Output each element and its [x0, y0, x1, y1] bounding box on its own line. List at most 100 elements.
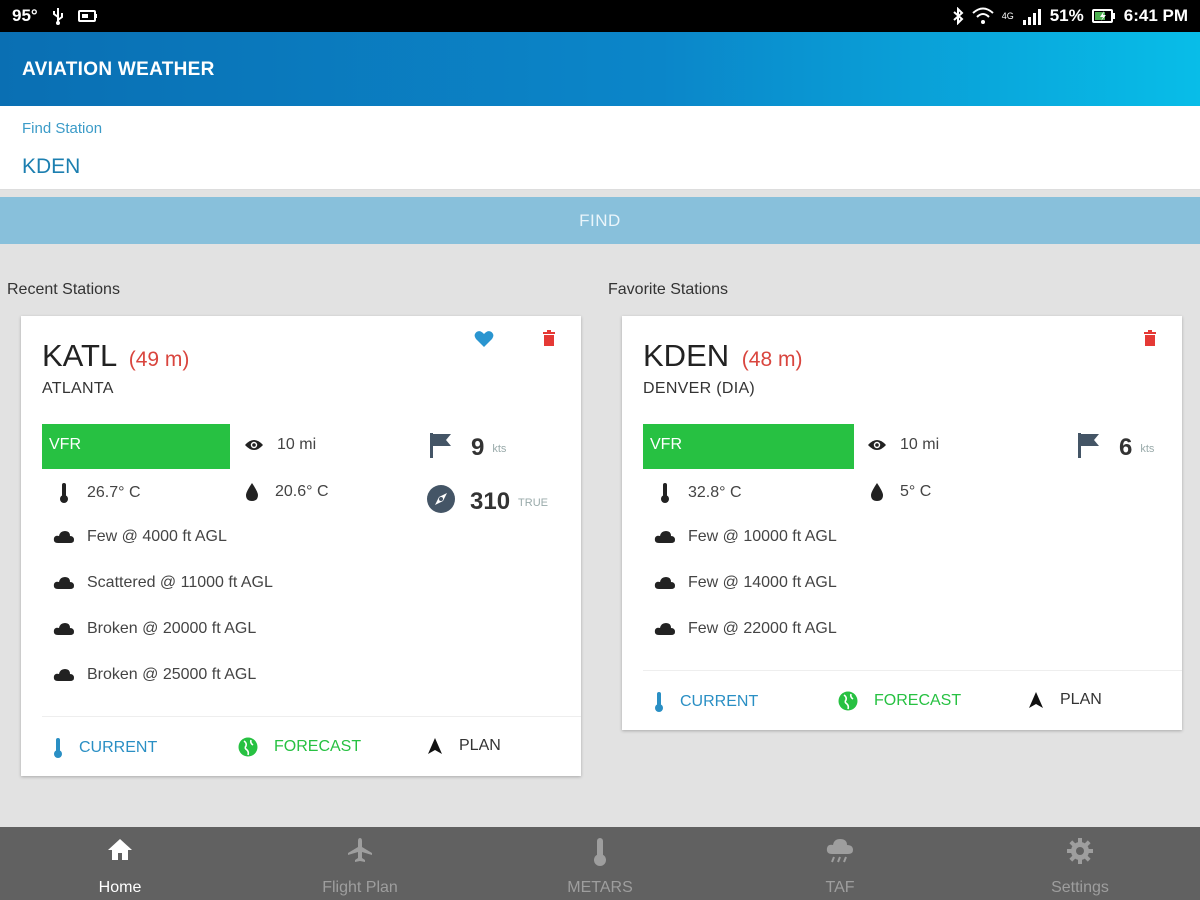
- dewpoint-value: 5° C: [900, 483, 932, 500]
- station-code: KDEN: [643, 338, 730, 373]
- cloud-layer-text: Few @ 22000 ft AGL: [688, 620, 837, 637]
- dewpoint-row: 5° C: [862, 482, 931, 502]
- card-divider: [643, 670, 1182, 671]
- forecast-label: FORECAST: [274, 738, 362, 755]
- current-label: CURRENT: [79, 739, 158, 756]
- nav-flight-plan[interactable]: Flight Plan: [240, 827, 480, 900]
- card-divider: [42, 716, 581, 717]
- nav-home[interactable]: Home: [0, 827, 240, 900]
- cloud-layer-row: Few @ 4000 ft AGL: [49, 528, 227, 546]
- battery-small-icon: [77, 9, 98, 23]
- find-button[interactable]: FIND: [0, 197, 1200, 244]
- gear-icon: [960, 837, 1200, 865]
- station-card-kden[interactable]: KDEN (48 m) DENVER (DIA) VFR 10 mi 6 kts…: [622, 316, 1182, 730]
- cloud-layer-row: Few @ 10000 ft AGL: [650, 528, 837, 546]
- nav-settings[interactable]: Settings: [960, 827, 1200, 900]
- plan-label: PLAN: [1060, 691, 1102, 708]
- cloud-rain-icon: [720, 837, 960, 865]
- visibility-row: 10 mi: [239, 436, 316, 454]
- cloud-icon: [49, 576, 79, 590]
- cloud-layer-row: Scattered @ 11000 ft AGL: [49, 574, 273, 592]
- navigation-arrow-icon: [427, 737, 443, 755]
- cloud-icon: [650, 530, 680, 544]
- nav-settings-label: Settings: [1051, 879, 1109, 896]
- delete-trash-icon[interactable]: [542, 330, 556, 351]
- flight-category-badge: VFR: [42, 424, 230, 469]
- network-type: 4G: [1001, 11, 1014, 21]
- current-button[interactable]: CURRENT: [654, 691, 758, 713]
- cloud-icon: [650, 576, 680, 590]
- cloud-icon: [650, 622, 680, 636]
- recent-stations-title: Recent Stations: [7, 281, 120, 298]
- cloud-layer-row: Few @ 14000 ft AGL: [650, 574, 837, 592]
- dewpoint-row: 20.6° C: [237, 482, 329, 502]
- current-label: CURRENT: [680, 693, 759, 710]
- cloud-layer-row: Broken @ 20000 ft AGL: [49, 620, 256, 638]
- temperature-value: 32.8° C: [688, 484, 742, 501]
- app-title: AVIATION WEATHER: [22, 59, 215, 80]
- nav-taf-label: TAF: [825, 879, 855, 896]
- nav-metars-label: METARS: [567, 879, 633, 896]
- status-bar: 95° 4G 51% 6:41 PM: [0, 0, 1200, 32]
- wind-direction-value: 310: [470, 487, 511, 515]
- wind-speed-row: 6 kts: [1077, 432, 1154, 463]
- wind-speed-unit: kts: [492, 442, 507, 455]
- wind-speed-value: 9: [471, 433, 485, 461]
- plan-button[interactable]: PLAN: [1028, 691, 1102, 709]
- cloud-icon: [49, 530, 79, 544]
- nav-home-label: Home: [98, 879, 142, 896]
- eye-icon: [862, 438, 892, 452]
- thermometer-icon: [654, 691, 664, 713]
- thermometer-icon: [650, 482, 680, 504]
- forecast-button[interactable]: FORECAST: [238, 737, 361, 757]
- home-icon: [0, 837, 240, 861]
- forecast-label: FORECAST: [874, 692, 962, 709]
- thermometer-icon: [49, 482, 79, 504]
- wind-speed-row: 9 kts: [429, 432, 506, 463]
- nav-taf[interactable]: TAF: [720, 827, 960, 900]
- station-code-line: KATL (49 m): [42, 338, 189, 374]
- cloud-layer-row: Broken @ 25000 ft AGL: [49, 666, 256, 684]
- favorite-heart-icon[interactable]: [474, 330, 494, 353]
- globe-icon: [838, 691, 858, 711]
- nav-metars[interactable]: METARS: [480, 827, 720, 900]
- globe-icon: [238, 737, 258, 757]
- find-station-panel: Find Station: [0, 106, 1200, 190]
- observation-age: (48 m): [741, 348, 803, 371]
- cloud-icon: [49, 622, 79, 636]
- eye-icon: [239, 438, 269, 452]
- battery-percent: 51%: [1049, 6, 1084, 25]
- flag-icon: [429, 432, 453, 463]
- wind-speed-unit: kts: [1140, 442, 1155, 455]
- delete-trash-icon[interactable]: [1143, 330, 1157, 351]
- visibility-row: 10 mi: [862, 436, 939, 454]
- cloud-layer-row: Few @ 22000 ft AGL: [650, 620, 837, 638]
- station-code: KATL: [42, 338, 117, 373]
- signal-icon: [1022, 7, 1042, 25]
- station-city: ATLANTA: [42, 380, 114, 397]
- compass-icon: [426, 484, 456, 519]
- status-temperature: 95°: [12, 6, 38, 25]
- cloud-layer-text: Scattered @ 11000 ft AGL: [87, 574, 273, 591]
- cloud-icon: [49, 668, 79, 682]
- status-time: 6:41 PM: [1123, 6, 1188, 25]
- navigation-arrow-icon: [1028, 691, 1044, 709]
- current-button[interactable]: CURRENT: [53, 737, 157, 759]
- find-station-input[interactable]: [22, 150, 1172, 184]
- station-code-line: KDEN (48 m): [643, 338, 802, 374]
- wind-speed-value: 6: [1119, 433, 1133, 461]
- forecast-button[interactable]: FORECAST: [838, 691, 961, 711]
- find-station-label: Find Station: [22, 120, 103, 137]
- temperature-row: 26.7° C: [49, 482, 141, 504]
- battery-charging-icon: [1091, 8, 1116, 24]
- station-card-katl[interactable]: KATL (49 m) ATLANTA VFR 10 mi 9 kts 26.7…: [21, 316, 581, 776]
- temperature-row: 32.8° C: [650, 482, 742, 504]
- plan-button[interactable]: PLAN: [427, 737, 501, 755]
- visibility-value: 10 mi: [277, 436, 317, 453]
- nav-flight-plan-label: Flight Plan: [322, 879, 398, 896]
- wind-direction-row: 310 TRUE: [426, 484, 548, 519]
- bottom-navigation: Home Flight Plan METARS TAF Settings: [0, 827, 1200, 900]
- droplet-icon: [237, 482, 267, 502]
- thermometer-icon: [53, 737, 63, 759]
- station-city: DENVER (DIA): [643, 380, 756, 397]
